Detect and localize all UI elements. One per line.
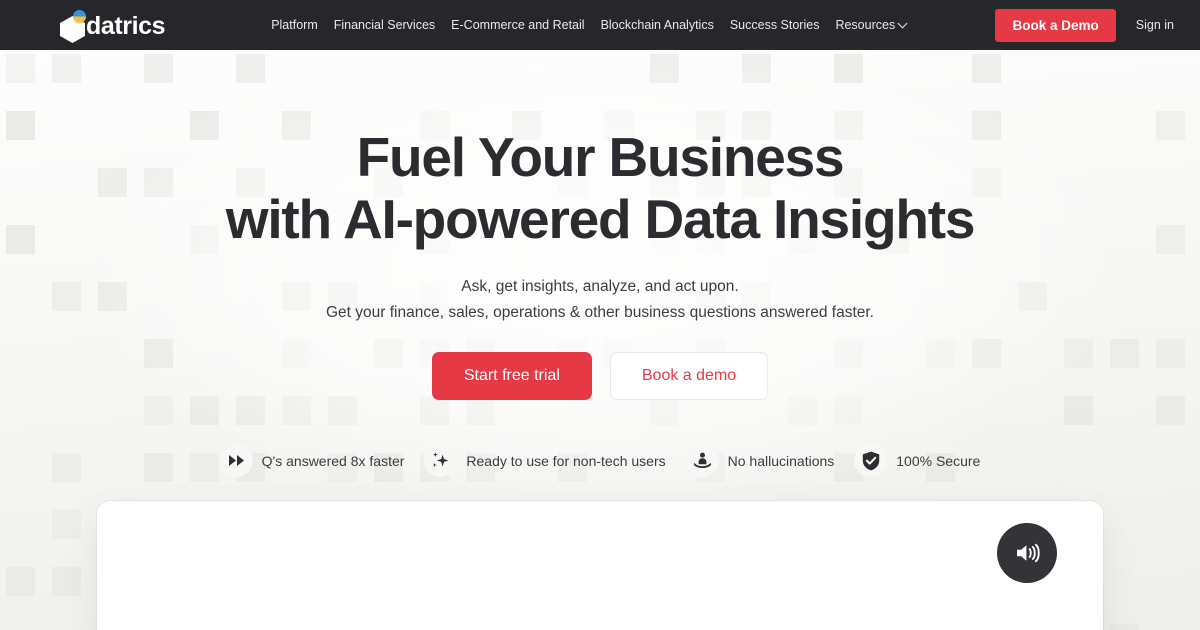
- badge-label: Ready to use for non-tech users: [466, 452, 666, 469]
- subheadline-line-1: Ask, get insights, analyze, and act upon…: [461, 278, 739, 295]
- landing-page: datrics Platform Financial Services E-Co…: [0, 0, 1200, 630]
- hero-subheadline: Ask, get insights, analyze, and act upon…: [326, 274, 874, 326]
- hero-cta-row: Start free trial Book a demo: [431, 352, 769, 400]
- nav-item-ecommerce-and-retail[interactable]: E-Commerce and Retail: [451, 18, 584, 32]
- brand-name: datrics: [86, 12, 166, 40]
- sparkle-icon: [424, 444, 458, 477]
- nav-item-label: Financial Services: [333, 18, 436, 32]
- meditation-icon: [685, 444, 719, 477]
- datrics-logo-icon: [60, 10, 90, 43]
- headline-line-1: Fuel Your Business: [356, 126, 845, 188]
- hero-feature-badges: Q's answered 8x faster Ready to use for …: [219, 444, 980, 477]
- nav-item-label: Platform: [271, 18, 318, 32]
- shield-check-icon: [854, 444, 888, 477]
- top-navigation-bar: datrics Platform Financial Services E-Co…: [0, 0, 1200, 50]
- nav-item-label: Resources: [835, 18, 896, 32]
- nav-item-label: Success Stories: [729, 18, 820, 32]
- nav-links: Platform Financial Services E-Commerce a…: [271, 18, 908, 32]
- subheadline-line-2: Get your finance, sales, operations & ot…: [326, 304, 874, 321]
- hero-headline: Fuel Your Business with AI-powered Data …: [225, 126, 976, 250]
- fast-forward-icon: [219, 444, 253, 477]
- badge-secure: 100% Secure: [854, 444, 980, 477]
- chevron-down-icon: [899, 20, 908, 29]
- nav-actions: Book a Demo Sign in: [995, 8, 1174, 42]
- badge-label: Q's answered 8x faster: [261, 452, 405, 469]
- product-video-card[interactable]: [97, 501, 1103, 630]
- nav-item-resources[interactable]: Resources: [835, 18, 908, 32]
- nav-item-label: E-Commerce and Retail: [451, 18, 585, 32]
- book-a-demo-nav-button[interactable]: Book a Demo: [995, 8, 1116, 42]
- badge-questions-answered-faster: Q's answered 8x faster: [219, 444, 405, 477]
- brand-logo[interactable]: datrics: [60, 10, 166, 43]
- badge-label: No hallucinations: [727, 452, 835, 469]
- nav-item-platform[interactable]: Platform: [271, 18, 318, 32]
- nav-item-label: Blockchain Analytics: [600, 18, 714, 32]
- logo-dot-icon: [73, 10, 86, 23]
- badge-label: 100% Secure: [896, 452, 981, 469]
- sign-in-link[interactable]: Sign in: [1136, 18, 1174, 32]
- nav-item-financial-services[interactable]: Financial Services: [334, 18, 435, 32]
- headline-line-2: with AI-powered Data Insights: [225, 188, 976, 250]
- badge-no-hallucinations: No hallucinations: [685, 444, 835, 477]
- start-free-trial-button[interactable]: Start free trial: [431, 352, 592, 400]
- badge-ready-for-non-tech-users: Ready to use for non-tech users: [424, 444, 666, 477]
- book-a-demo-button[interactable]: Book a demo: [609, 352, 769, 400]
- nav-item-blockchain-analytics[interactable]: Blockchain Analytics: [601, 18, 714, 32]
- nav-item-success-stories[interactable]: Success Stories: [730, 18, 820, 32]
- volume-on-icon[interactable]: [997, 523, 1057, 583]
